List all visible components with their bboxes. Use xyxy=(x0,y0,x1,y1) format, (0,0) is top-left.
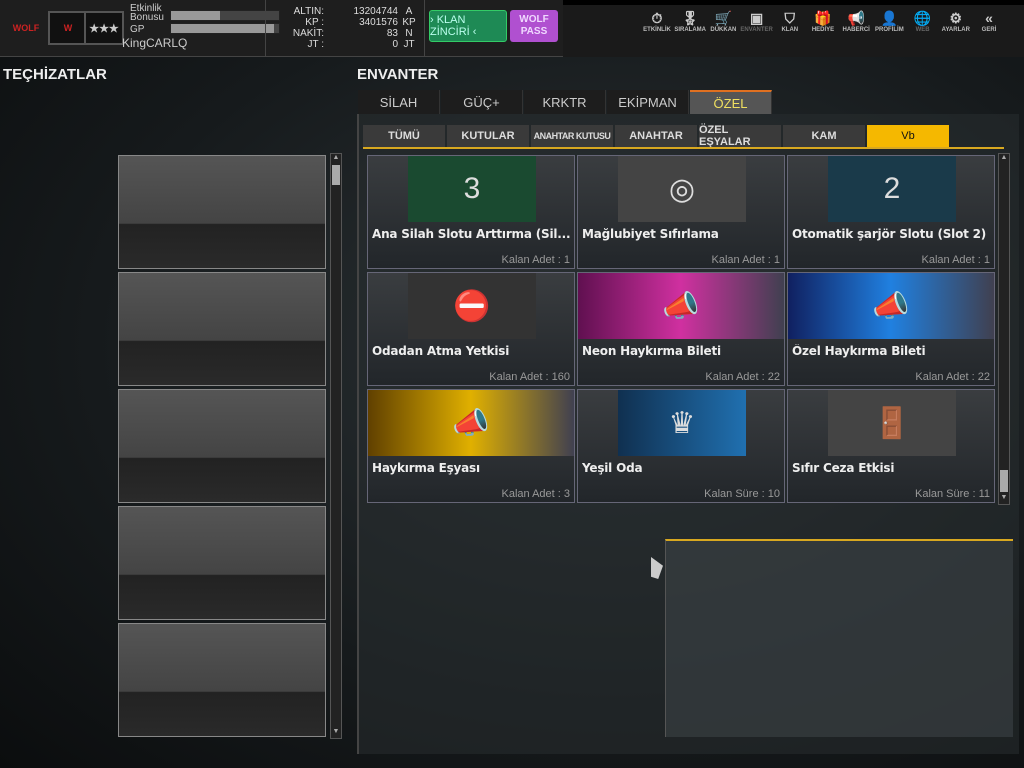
nav-hedi̇ye[interactable]: 🎁 HEDİYE xyxy=(806,10,840,33)
shield-icon: ⛉ xyxy=(784,10,796,26)
nav-siralama[interactable]: 🎖 SIRALAMA xyxy=(673,10,707,33)
scroll-down-icon[interactable]: ▼ xyxy=(331,728,341,738)
equipment-slot[interactable] xyxy=(118,506,326,620)
scroll-thumb[interactable] xyxy=(1000,470,1008,492)
inventory-item[interactable]: ⛔ Odadan Atma Yetkisi Kalan Adet : 160 xyxy=(367,272,575,386)
equipment-slot[interactable] xyxy=(118,272,326,386)
currency-panel: ALTIN: 13204744 A KP :3401576 KP NAKİT: 83 N JT … xyxy=(284,6,420,50)
event-bonus-bar xyxy=(170,10,280,21)
profile-icon: 👤 xyxy=(880,10,899,26)
clan-emblem[interactable]: W xyxy=(48,11,88,45)
subtab-5[interactable]: KAM xyxy=(783,125,865,147)
inventory-item[interactable]: 📣 Haykırma Eşyası Kalan Adet : 3 xyxy=(367,389,575,503)
rifle-slot-icon: 3 xyxy=(408,156,536,222)
nav-envanter[interactable]: ▣ ENVANTER xyxy=(740,10,774,33)
item-detail-panel xyxy=(665,539,1013,737)
nav-web[interactable]: 🌐 WEB xyxy=(906,10,940,33)
inventory-item[interactable]: 📣 Özel Haykırma Bileti Kalan Adet : 22 xyxy=(787,272,995,386)
stopwatch-icon: ⏱ xyxy=(651,10,663,26)
tab-2[interactable]: KRKTR xyxy=(524,90,606,114)
megaphone-icon: 📢 xyxy=(847,10,865,26)
globe-icon: 🌐 xyxy=(913,10,932,26)
target-reset-icon: ◎ xyxy=(618,156,746,222)
klan-zinciri-button[interactable]: › KLAN ZİNCİRİ ‹ xyxy=(429,10,507,42)
nav-klan[interactable]: ⛉ KLAN xyxy=(773,10,807,33)
tab-1[interactable]: GÜÇ+ xyxy=(441,90,523,114)
crown-badge-icon: ♛ xyxy=(618,390,746,456)
inventory-item[interactable]: 2 Otomatik şarjör Slotu (Slot 2) Kalan Ade… xyxy=(787,155,995,269)
scroll-up-icon[interactable]: ▲ xyxy=(331,154,341,164)
scroll-thumb[interactable] xyxy=(332,165,340,185)
tab-0[interactable]: SİLAH xyxy=(358,90,440,114)
username: KingCARLQ xyxy=(122,36,188,50)
soldier-shout-icon: 📣 xyxy=(788,273,994,339)
cart-icon: 🛒 xyxy=(714,10,733,26)
subtab-3[interactable]: ANAHTAR xyxy=(615,125,697,147)
inventory-item[interactable]: ◎ Mağlubiyet Sıfırlama Kalan Adet : 1 xyxy=(577,155,785,269)
nav-dükkan[interactable]: 🛒 DÜKKAN xyxy=(706,10,740,33)
subtab-1[interactable]: KUTULAR xyxy=(447,125,529,147)
equipment-slot[interactable] xyxy=(118,623,326,737)
scroll-down-icon[interactable]: ▼ xyxy=(999,494,1009,504)
inventory-item[interactable]: 3 Ana Silah Slotu Arttırma (Sil... Kalan A… xyxy=(367,155,575,269)
wolf-pass-button[interactable]: WOLF PASS xyxy=(510,10,558,42)
inventory-title: ENVANTER xyxy=(357,66,439,83)
nav-profi̇li̇m[interactable]: 👤 PROFİLİM xyxy=(872,10,906,33)
subtab-6[interactable]: Vb xyxy=(867,125,949,147)
event-bonus-label: Etkinlik Bonusu xyxy=(130,3,164,23)
tab-4[interactable]: ÖZEL xyxy=(690,90,772,114)
gp-label: GP xyxy=(130,24,145,35)
currency-row: ALTIN: 13204744 A xyxy=(293,6,413,17)
back-icon: « xyxy=(985,10,993,26)
rank-icon: ★★★ xyxy=(84,11,124,45)
equipment-slot[interactable] xyxy=(118,155,326,269)
medal-icon: 🎖 xyxy=(681,10,700,26)
game-logo: WOLF xyxy=(12,23,40,33)
currency-row: JT :0 JT xyxy=(307,39,415,50)
scroll-up-icon[interactable]: ▲ xyxy=(999,154,1009,164)
top-bar: WOLF W ★★★ Etkinlik Bonusu GP KingCARLQ … xyxy=(0,0,1024,57)
nav-haberci̇[interactable]: 📢 HABERCİ xyxy=(839,10,873,33)
gp-bar xyxy=(170,23,280,34)
currency-row: KP :3401576 KP xyxy=(305,17,416,28)
currency-row: NAKİT: 83 N xyxy=(292,28,413,39)
equipment-slot[interactable] xyxy=(118,389,326,503)
nav-etki̇nli̇k[interactable]: ⏱ ETKİNLİK xyxy=(640,10,674,33)
inventory-scrollbar[interactable]: ▲ ▼ xyxy=(998,153,1010,505)
inventory-item[interactable]: 🚪 Sıfır Ceza Etkisi Kalan Süre : 11 xyxy=(787,389,995,503)
soldier-shout-icon: 📣 xyxy=(578,273,784,339)
soldier-shout-icon: 📣 xyxy=(368,390,574,456)
equipment-title: TEÇHİZATLAR xyxy=(3,66,107,83)
subtab-4[interactable]: ÖZEL EŞYALAR xyxy=(699,124,781,148)
subtab-0[interactable]: TÜMÜ xyxy=(363,125,445,147)
gift-icon: 🎁 xyxy=(814,10,832,26)
gear-icon: ⚙ xyxy=(949,10,963,26)
subtab-2[interactable]: ANAHTAR KUTUSU xyxy=(531,125,613,147)
inventory-item[interactable]: ♛ Yeşil Oda Kalan Süre : 10 xyxy=(577,389,785,503)
subtab-underline xyxy=(363,147,1004,149)
rifle-slot-icon: 2 xyxy=(828,156,956,222)
inventory-item[interactable]: 📣 Neon Haykırma Bileti Kalan Adet : 22 xyxy=(577,272,785,386)
nav-geri̇[interactable]: «GERİ xyxy=(972,10,1006,33)
chest-icon: ▣ xyxy=(749,10,764,26)
nav-ayarlar[interactable]: ⚙ AYARLAR xyxy=(939,10,973,33)
equipment-scrollbar[interactable]: ▲ ▼ xyxy=(330,153,342,739)
winged-door-icon: 🚪 xyxy=(828,390,956,456)
kick-icon: ⛔ xyxy=(408,273,536,339)
tab-3[interactable]: EKİPMAN xyxy=(607,90,689,114)
